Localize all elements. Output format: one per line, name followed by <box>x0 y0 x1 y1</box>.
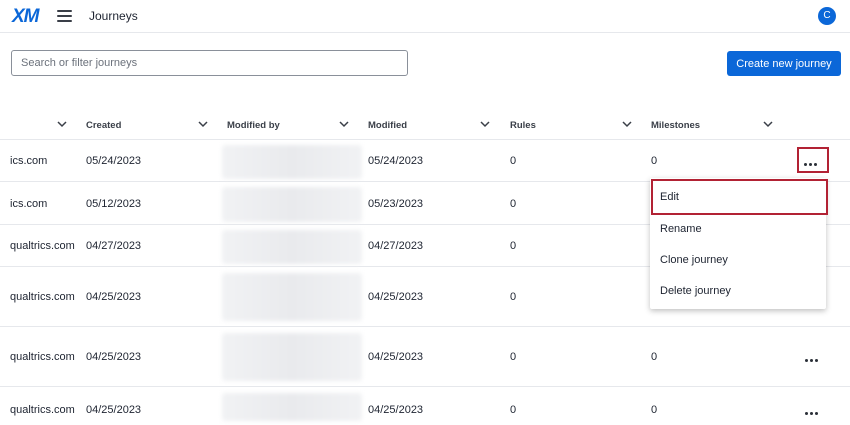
owner-cell: ics.com <box>10 198 48 210</box>
modified-cell: 04/25/2023 <box>368 291 424 303</box>
created-cell: 04/27/2023 <box>86 240 142 252</box>
created-cell: 05/12/2023 <box>86 198 142 210</box>
page-title: Journeys <box>89 9 138 23</box>
owner-cell: qualtrics.com <box>10 291 75 303</box>
milestones-cell: 0 <box>651 155 658 167</box>
owner-cell: qualtrics.com <box>10 351 75 363</box>
sort-chevron-down-icon[interactable] <box>197 119 209 129</box>
more-actions-icon[interactable] <box>805 352 821 363</box>
owner-cell: qualtrics.com <box>10 404 75 416</box>
milestones-cell: 0 <box>651 404 658 416</box>
sort-chevron-down-icon[interactable] <box>762 119 774 129</box>
rules-cell: 0 <box>510 155 517 167</box>
column-header-rules[interactable]: Rules <box>510 120 536 131</box>
column-header-modified-by[interactable]: Modified by <box>227 120 280 131</box>
modified-by-redacted <box>222 145 362 179</box>
sort-chevron-down-icon[interactable] <box>479 119 491 129</box>
create-new-journey-button[interactable]: Create new journey <box>727 51 841 76</box>
modified-cell: 04/25/2023 <box>368 351 424 363</box>
modified-by-redacted <box>222 273 362 321</box>
more-actions-icon[interactable] <box>805 405 821 416</box>
rules-cell: 0 <box>510 404 517 416</box>
modified-cell: 05/24/2023 <box>368 155 424 167</box>
column-header-milestones[interactable]: Milestones <box>651 120 700 131</box>
table-row[interactable]: qualtrics.com 04/25/2023 04/25/2023 0 0 <box>0 387 850 425</box>
rules-cell: 0 <box>510 351 517 363</box>
rules-cell: 0 <box>510 291 517 303</box>
table-header: Created Modified by Modified Rules Miles… <box>0 110 850 140</box>
rules-cell: 0 <box>510 198 517 210</box>
menu-item-clone-journey[interactable]: Clone journey <box>650 245 826 276</box>
modified-by-redacted <box>222 333 362 381</box>
modified-by-redacted <box>222 393 362 421</box>
owner-cell: qualtrics.com <box>10 240 75 252</box>
xm-logo[interactable]: XM <box>12 6 39 28</box>
modified-cell: 05/23/2023 <box>368 198 424 210</box>
created-cell: 04/25/2023 <box>86 404 142 416</box>
menu-item-delete-journey[interactable]: Delete journey <box>650 276 826 307</box>
column-header-created[interactable]: Created <box>86 120 121 131</box>
sort-chevron-down-icon[interactable] <box>621 119 633 129</box>
created-cell: 04/25/2023 <box>86 351 142 363</box>
modified-cell: 04/25/2023 <box>368 404 424 416</box>
table-row[interactable]: qualtrics.com 04/25/2023 04/25/2023 0 0 <box>0 327 850 387</box>
sort-chevron-down-icon[interactable] <box>338 119 350 129</box>
created-cell: 04/25/2023 <box>86 291 142 303</box>
modified-by-redacted <box>222 187 362 222</box>
hamburger-menu-icon[interactable] <box>57 10 72 22</box>
more-actions-icon[interactable] <box>797 147 829 173</box>
menu-item-rename[interactable]: Rename <box>650 214 826 245</box>
sort-chevron-down-icon[interactable] <box>56 119 68 129</box>
owner-cell: ics.com <box>10 155 48 167</box>
modified-cell: 04/27/2023 <box>368 240 424 252</box>
avatar[interactable]: C <box>818 7 836 25</box>
search-input[interactable] <box>11 50 408 76</box>
column-header-modified[interactable]: Modified <box>368 120 407 131</box>
milestones-cell: 0 <box>651 351 658 363</box>
created-cell: 05/24/2023 <box>86 155 142 167</box>
menu-item-edit[interactable]: Edit <box>651 179 828 215</box>
rules-cell: 0 <box>510 240 517 252</box>
top-bar: XM Journeys C <box>0 0 850 33</box>
modified-by-redacted <box>222 230 362 264</box>
table-row[interactable]: ics.com 05/24/2023 05/24/2023 0 0 <box>0 140 850 182</box>
row-actions-menu: Edit Rename Clone journey Delete journey <box>650 178 828 309</box>
